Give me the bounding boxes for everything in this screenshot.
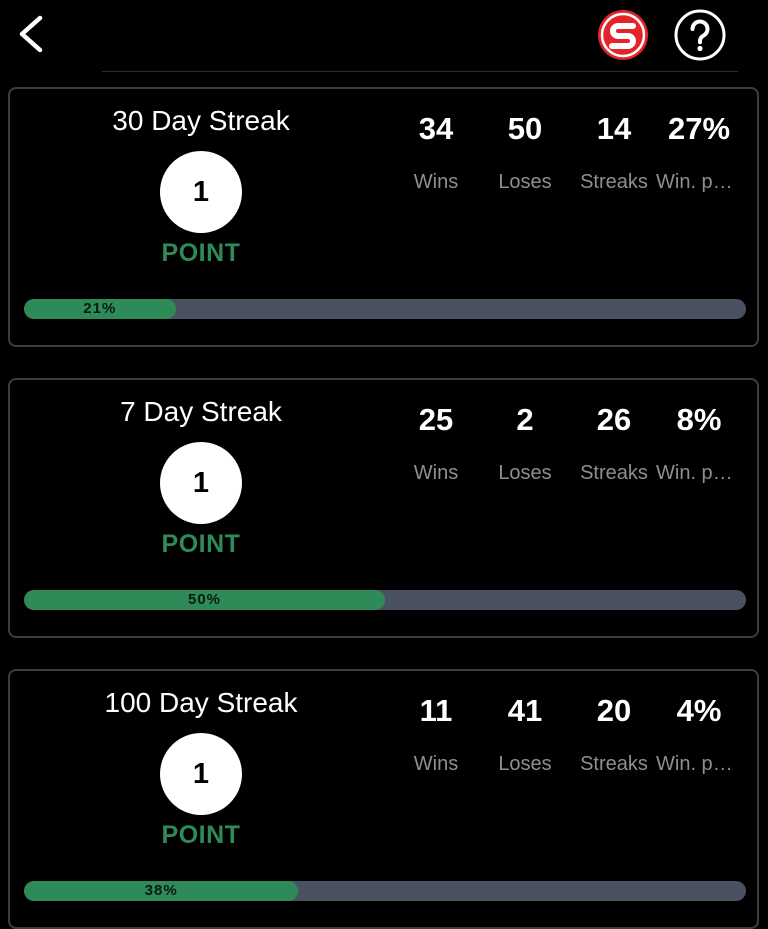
stat-label: Win. percentage — [656, 171, 742, 193]
stat-label: Wins — [413, 753, 459, 775]
stat-value: 41 — [507, 693, 543, 728]
progress-label: 50% — [187, 591, 222, 608]
points-badge: 1 — [160, 442, 242, 524]
stat-label: Loses — [498, 462, 552, 484]
stat-label: Wins — [413, 171, 459, 193]
points-badge: 1 — [160, 733, 242, 815]
stat-loses: 2 Loses — [480, 402, 570, 485]
stat-value: 2 — [516, 402, 534, 437]
stat-label: Loses — [498, 753, 552, 775]
chevron-left-icon[interactable] — [14, 14, 50, 54]
stat-wins: 34 Wins — [391, 111, 481, 194]
stat-value: 26 — [596, 402, 632, 437]
streak-progress-bar: 21% — [24, 299, 746, 319]
stat-wins: 25 Wins — [391, 402, 481, 485]
streak-card[interactable]: 7 Day Streak 1 POINT 25 Wins 2 Loses 26 … — [8, 378, 759, 638]
streak-progress-bar: 50% — [24, 590, 746, 610]
points-badge: 1 — [160, 151, 242, 233]
stat-label: Loses — [498, 171, 552, 193]
stat-value: 11 — [419, 693, 453, 728]
stat-value: 50 — [507, 111, 543, 146]
stat-win-percentage: 27% Win. percentage — [656, 111, 742, 194]
streak-card[interactable]: 100 Day Streak 1 POINT 11 Wins 41 Loses … — [8, 669, 759, 929]
stat-value: 25 — [418, 402, 454, 437]
stat-label: Wins — [413, 462, 459, 484]
top-bar — [0, 0, 768, 75]
stat-value: 8% — [676, 402, 722, 437]
question-mark-icon[interactable] — [673, 8, 727, 62]
streak-progress-bar: 38% — [24, 881, 746, 901]
streak-title: 30 Day Streak — [112, 105, 290, 136]
header-divider — [102, 71, 738, 72]
points-label: POINT — [161, 530, 241, 558]
stat-win-percentage: 4% Win. percentage — [656, 693, 742, 776]
stat-label: Streaks — [580, 462, 648, 484]
stat-value: 20 — [596, 693, 632, 728]
stat-value: 14 — [596, 111, 632, 146]
stat-streaks: 14 Streaks — [569, 111, 659, 194]
stat-label: Streaks — [580, 171, 648, 193]
stat-loses: 41 Loses — [480, 693, 570, 776]
stat-label: Win. percentage — [656, 753, 742, 775]
stat-streaks: 26 Streaks — [569, 402, 659, 485]
streak-title: 7 Day Streak — [120, 396, 282, 427]
stat-streaks: 20 Streaks — [569, 693, 659, 776]
stat-label: Win. percentage — [656, 462, 742, 484]
progress-label: 38% — [144, 882, 178, 899]
stat-value: 4% — [676, 693, 722, 728]
streak-card[interactable]: 30 Day Streak 1 POINT 34 Wins 50 Loses 1… — [8, 87, 759, 347]
stat-loses: 50 Loses — [480, 111, 570, 194]
points-label: POINT — [161, 239, 241, 267]
streak-title: 100 Day Streak — [104, 687, 298, 718]
points-label: POINT — [161, 821, 241, 849]
stat-value: 34 — [418, 111, 454, 146]
progress-label: 21% — [83, 300, 117, 317]
stat-label: Streaks — [580, 753, 648, 775]
stat-wins: 11 Wins — [391, 693, 481, 776]
brand-s-logo-icon[interactable] — [597, 9, 649, 61]
stat-value: 27% — [667, 111, 731, 146]
stat-win-percentage: 8% Win. percentage — [656, 402, 742, 485]
